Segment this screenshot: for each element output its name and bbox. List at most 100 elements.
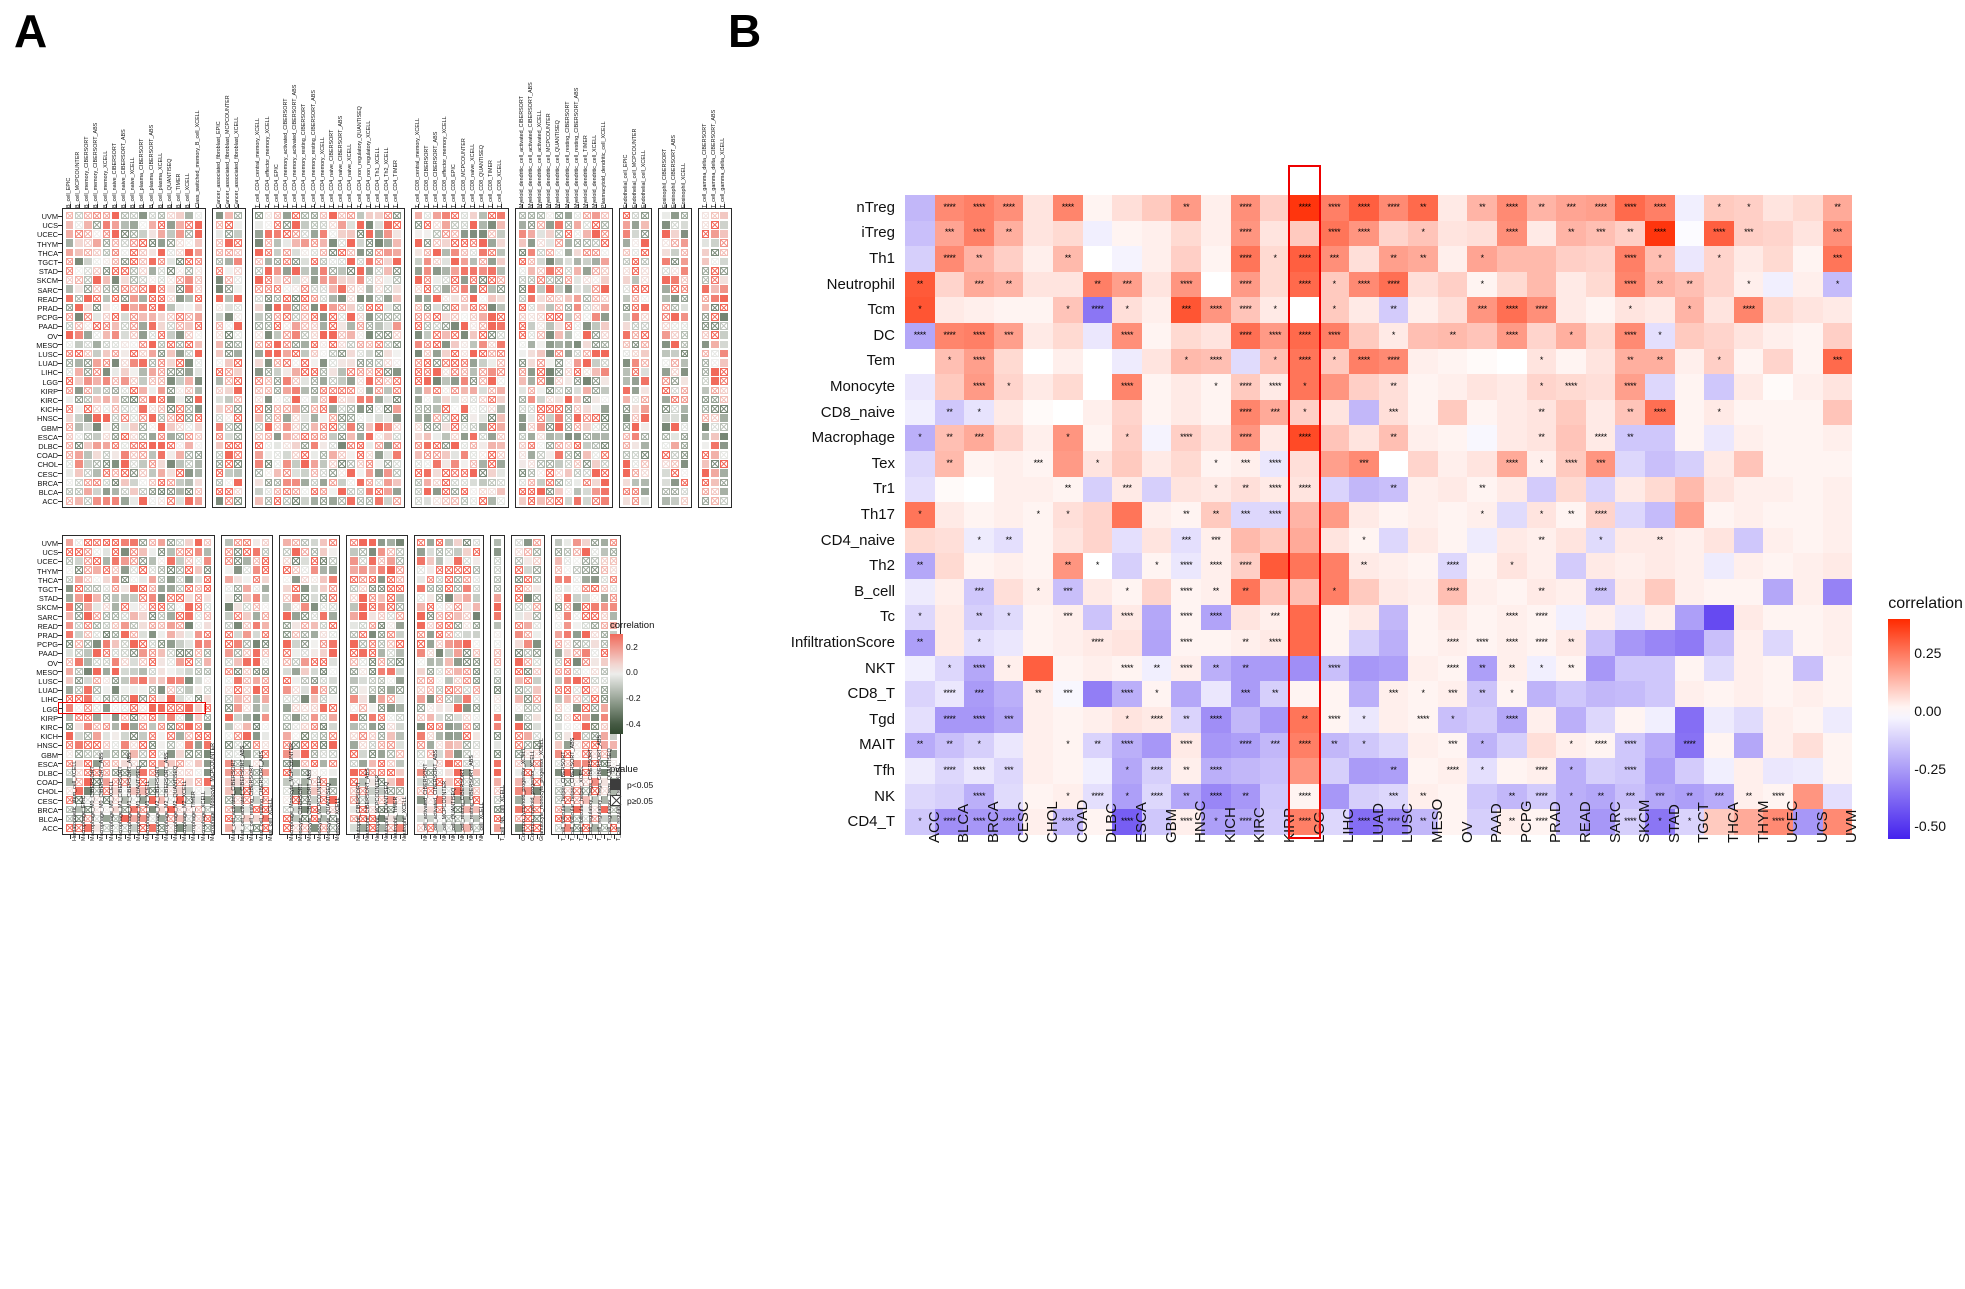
panel-a-cell: [265, 313, 273, 321]
panel-a-cell: [497, 442, 505, 450]
panel-b-cell: [1023, 246, 1053, 272]
panel-a-cell: [427, 612, 435, 620]
panel-b-cell: [1763, 528, 1793, 554]
panel-a-cell: [176, 557, 184, 565]
panel-a-cell: [387, 539, 395, 547]
panel-a-cell: [112, 622, 120, 630]
panel-a-cell: [253, 668, 261, 676]
panel-a-row-tick: [58, 418, 62, 419]
panel-a-cell: [565, 239, 573, 247]
panel-a-cell: [301, 276, 309, 284]
panel-a-cell: [167, 396, 175, 404]
panel-a-cell: [301, 557, 309, 565]
panel-a-cell: [533, 631, 541, 639]
panel-a-cell: [442, 304, 450, 312]
panel-b-significance-stars: **: [1379, 484, 1409, 493]
panel-b-significance-stars: ****: [1231, 433, 1261, 442]
panel-a-cell: [601, 594, 609, 602]
panel-a-cell: [121, 539, 129, 547]
panel-a-column-label: T_cell_CD4_naive_CIBERSORT_ABS: [338, 116, 344, 208]
panel-b-cell: [1083, 502, 1113, 528]
panel-b-cell: [1053, 374, 1083, 400]
panel-a-cell: [396, 576, 404, 584]
panel-a-cell: [243, 576, 251, 584]
panel-a-cell: [103, 377, 111, 385]
panel-b-cell: [1290, 553, 1320, 579]
panel-a-cell: [338, 451, 346, 459]
panel-a-cell: [433, 239, 441, 247]
panel-a-cell: [488, 488, 496, 496]
panel-a-cell: [139, 723, 147, 731]
panel-a-cell: [623, 387, 631, 395]
panel-a-cell: [537, 377, 545, 385]
panel-a-cell: [216, 258, 224, 266]
panel-a-cell: [265, 249, 273, 257]
panel-a-cell: [591, 704, 599, 712]
panel-a-cell: [555, 576, 563, 584]
panel-a-cell: [515, 612, 523, 620]
panel-b-cell: [1201, 272, 1231, 298]
panel-a-cell: [427, 732, 435, 740]
panel-a-cell: [454, 631, 462, 639]
panel-a-cell: [130, 368, 138, 376]
panel-b-cell: [1438, 221, 1468, 247]
panel-a-cell: [225, 377, 233, 385]
panel-a-cell: [533, 576, 541, 584]
panel-a-cell: [641, 285, 649, 293]
panel-b-significance-stars: ****: [1171, 638, 1201, 647]
panel-b-cell: **: [1527, 579, 1557, 605]
panel-a-cell: [473, 539, 481, 547]
panel-b-cell: ****: [905, 323, 935, 349]
panel-a-cell: [139, 649, 147, 657]
panel-a-cell: [592, 423, 600, 431]
panel-a-cell: [329, 469, 337, 477]
panel-a-cell: [274, 433, 282, 441]
panel-a-cell: [519, 451, 527, 459]
panel-b-significance-stars: **: [1527, 536, 1557, 545]
panel-a-cell: [357, 414, 365, 422]
panel-a-cell: [610, 557, 618, 565]
panel-b-cell: *: [1171, 349, 1201, 375]
panel-a-cell: [283, 548, 291, 556]
panel-a-cell: [149, 704, 157, 712]
panel-a-cell: [357, 331, 365, 339]
panel-a-cell: [369, 585, 377, 593]
panel-a-cell: [112, 350, 120, 358]
panel-a-cell: [528, 405, 536, 413]
panel-b-cell: ****: [1083, 297, 1113, 323]
panel-b-cell: **: [1527, 425, 1557, 451]
panel-a-cell: [470, 276, 478, 284]
panel-b-significance-stars: *: [1053, 740, 1083, 749]
panel-a-cell: [320, 668, 328, 676]
panel-a-cell: [262, 649, 270, 657]
panel-a-cell: [366, 368, 374, 376]
panel-a-cell: [311, 267, 319, 275]
panel-a-cell: [158, 714, 166, 722]
panel-a-cell: [292, 341, 300, 349]
panel-a-cell: [583, 285, 591, 293]
panel-a-cell: [75, 612, 83, 620]
panel-a-cell: [641, 359, 649, 367]
panel-a-cell: [158, 539, 166, 547]
panel-a-cell: [167, 631, 175, 639]
panel-a-cell: [463, 732, 471, 740]
panel-b-cell: [1112, 195, 1142, 221]
panel-a-cell: [234, 640, 242, 648]
panel-a-cell: [103, 350, 111, 358]
panel-a-cell: [204, 576, 212, 584]
panel-a-cell: [601, 423, 609, 431]
panel-a-cell: [369, 649, 377, 657]
panel-a-cell: [130, 414, 138, 422]
panel-b-cell: ****: [1260, 502, 1290, 528]
panel-a-cell: [149, 750, 157, 758]
panel-a-cell: [442, 405, 450, 413]
panel-a-cell: [301, 760, 309, 768]
panel-a-cell: [378, 658, 386, 666]
panel-b-cell: [1319, 528, 1349, 554]
panel-a-cell: [234, 686, 242, 694]
panel-a-cell: [565, 230, 573, 238]
panel-a-cell: [641, 460, 649, 468]
panel-a-cell: [555, 603, 563, 611]
panel-a-cell: [357, 497, 365, 505]
panel-a-cell: [262, 631, 270, 639]
